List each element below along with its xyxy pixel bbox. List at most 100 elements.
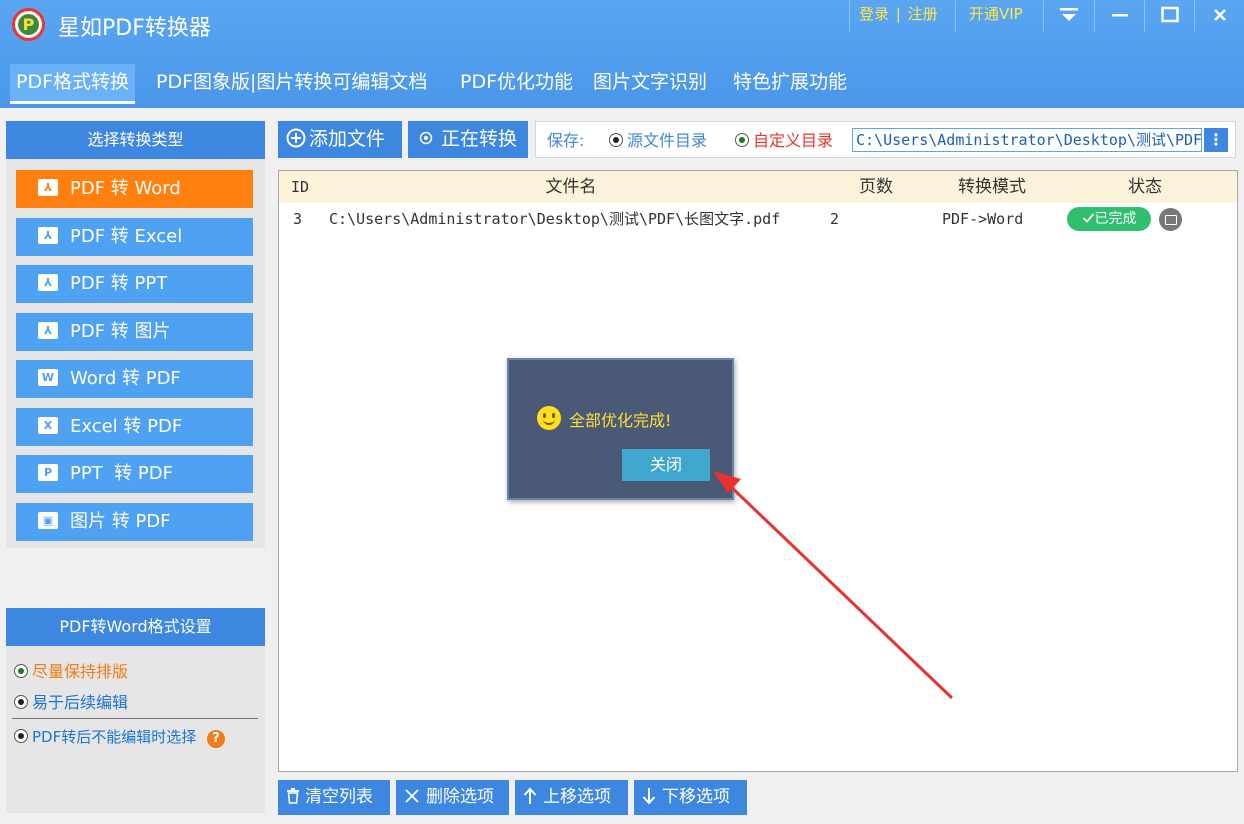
radio-icon[interactable] <box>609 133 623 147</box>
button-label: 下移选项 <box>662 787 730 807</box>
pdf-to-excel-button[interactable]: ⅄ PDF 转 Excel <box>16 218 253 256</box>
button-label: PDF 转 PPT <box>70 273 168 294</box>
column-header-pages[interactable]: 页数 <box>821 171 931 203</box>
arrow-up-icon <box>523 787 537 804</box>
radio-checked-icon[interactable] <box>735 133 749 147</box>
option-label: 源文件目录 <box>627 131 708 150</box>
button-label: PDF 转 Word <box>70 178 181 199</box>
button-label: 上移选项 <box>543 787 611 807</box>
button-label: Word 转 PDF <box>70 368 181 389</box>
login-register-group: 登录 | 注册 <box>849 0 954 32</box>
pdf-to-ppt-button[interactable]: ⅄ PDF 转 PPT <box>16 265 253 303</box>
pdf-icon: ⅄ <box>38 227 58 244</box>
button-label: 图片 转 PDF <box>70 511 171 532</box>
image-to-pdf-button[interactable]: ▣ 图片 转 PDF <box>16 503 253 541</box>
divider <box>12 718 258 719</box>
status-badge: 已完成 <box>1067 207 1151 231</box>
table-header: ID 文件名 页数 转换模式 状态 <box>279 171 1237 203</box>
add-file-button[interactable]: 添加文件 <box>278 121 402 158</box>
column-header-filename[interactable]: 文件名 <box>321 171 821 203</box>
app-logo-icon: P <box>12 8 45 41</box>
cell-mode: PDF->Word <box>942 210 1024 228</box>
button-label: 正在转换 <box>441 128 518 150</box>
tab-pdf-image-editable[interactable]: PDF图象版|图片转换可编辑文档 <box>150 64 433 104</box>
move-down-button[interactable]: 下移选项 <box>634 780 747 815</box>
register-link[interactable]: 注册 <box>908 5 938 23</box>
dialog-close-button[interactable]: 关闭 <box>622 449 710 481</box>
button-label: PPT 转 PDF <box>70 463 173 484</box>
radio-checked-icon[interactable] <box>14 664 28 678</box>
button-label: Excel 转 PDF <box>70 416 183 437</box>
image-icon: ▣ <box>38 512 58 529</box>
keep-layout-option[interactable]: 尽量保持排版 <box>14 658 128 682</box>
option-label: PDF转后不能编辑时选择 <box>32 728 197 746</box>
button-label: 添加文件 <box>309 128 386 150</box>
smile-icon <box>537 406 561 430</box>
save-path-input[interactable]: C:\Users\Administrator\Desktop\测试\PDF <box>852 128 1202 152</box>
target-icon <box>419 131 433 145</box>
ppt-icon: P <box>38 464 58 481</box>
word-to-pdf-button[interactable]: W Word 转 PDF <box>16 360 253 398</box>
tab-extensions[interactable]: 特色扩展功能 <box>727 64 853 104</box>
excel-icon: X <box>38 417 58 434</box>
login-link[interactable]: 登录 <box>859 5 889 23</box>
pdf-to-word-button[interactable]: ⅄ PDF 转 Word <box>16 170 253 208</box>
separator: | <box>895 5 901 23</box>
vip-link[interactable]: 开通VIP <box>955 0 1043 32</box>
delete-item-button[interactable]: 删除选项 <box>396 780 509 815</box>
pdf-icon: ⅄ <box>38 179 58 196</box>
maximize-icon[interactable] <box>1144 0 1194 32</box>
radio-icon[interactable] <box>14 729 28 743</box>
cell-filename: C:\Users\Administrator\Desktop\测试\PDF\长图… <box>329 210 781 228</box>
button-label: PDF 转 Excel <box>70 226 183 247</box>
option-label: 尽量保持排版 <box>32 662 129 681</box>
file-table: ID 文件名 页数 转换模式 状态 3 C:\Users\Administrat… <box>278 170 1238 772</box>
save-source-option[interactable]: 源文件目录 <box>609 122 707 159</box>
pdf-icon: ⅄ <box>38 322 58 339</box>
tab-pdf-optimize[interactable]: PDF优化功能 <box>454 64 579 104</box>
arrow-down-icon <box>642 788 656 805</box>
status-text: 已完成 <box>1094 211 1137 227</box>
app-title: 星如PDF转换器 <box>58 16 211 41</box>
save-location-bar: 保存: 源文件目录 自定义目录 C:\Users\Administrator\D… <box>535 121 1236 158</box>
help-icon[interactable]: ? <box>207 730 226 748</box>
check-icon <box>1082 213 1094 223</box>
column-header-status[interactable]: 状态 <box>1053 171 1237 203</box>
save-custom-option[interactable]: 自定义目录 <box>735 122 833 159</box>
word-settings-panel: PDF转Word格式设置 尽量保持排版 易于后续编辑 PDF转后不能编辑时选择 … <box>6 608 265 813</box>
clear-list-button[interactable]: 清空列表 <box>278 780 390 815</box>
option-label: 易于后续编辑 <box>32 693 129 712</box>
close-icon[interactable] <box>1194 0 1244 32</box>
button-label: PDF 转 图片 <box>70 321 171 342</box>
excel-to-pdf-button[interactable]: X Excel 转 PDF <box>16 408 253 446</box>
tab-image-ocr[interactable]: 图片文字识别 <box>587 64 713 104</box>
panel-title: 选择转换类型 <box>6 121 265 159</box>
tab-pdf-format-convert[interactable]: PDF格式转换 <box>10 64 136 104</box>
converting-button[interactable]: 正在转换 <box>408 121 528 158</box>
column-header-id[interactable]: ID <box>279 171 321 203</box>
radio-icon[interactable] <box>14 695 28 709</box>
word-icon: W <box>38 369 58 386</box>
uneditable-option[interactable]: PDF转后不能编辑时选择 ? <box>14 726 226 748</box>
pdf-to-image-button[interactable]: ⅄ PDF 转 图片 <box>16 313 253 351</box>
settings-title: PDF转Word格式设置 <box>6 608 265 646</box>
column-header-mode[interactable]: 转换模式 <box>931 171 1053 203</box>
x-icon <box>405 789 419 803</box>
easy-edit-option[interactable]: 易于后续编辑 <box>14 689 128 713</box>
minimize-icon[interactable] <box>1094 0 1144 32</box>
conversion-type-panel: 选择转换类型 ⅄ PDF 转 Word ⅄ PDF 转 Excel ⅄ PDF 转 P… <box>6 121 265 548</box>
button-label: 清空列表 <box>305 787 373 807</box>
completion-dialog: 全部优化完成! 关闭 <box>507 358 734 500</box>
open-folder-icon[interactable] <box>1159 208 1182 231</box>
menu-dropdown-icon[interactable] <box>1043 0 1093 32</box>
ppt-to-pdf-button[interactable]: P PPT 转 PDF <box>16 455 253 493</box>
button-label: 删除选项 <box>426 787 494 807</box>
more-options-icon[interactable]: ⋮ <box>1204 128 1228 152</box>
move-up-button[interactable]: 上移选项 <box>515 780 628 815</box>
option-label: 自定义目录 <box>753 131 834 150</box>
title-bar: P 星如PDF转换器 登录 | 注册 开通VIP PDF格式转换 PDF图象版|… <box>0 0 1244 108</box>
cell-pages: 2 <box>830 210 840 228</box>
save-label: 保存: <box>547 131 585 150</box>
pdf-icon: ⅄ <box>38 274 58 291</box>
cell-id: 3 <box>293 210 303 228</box>
